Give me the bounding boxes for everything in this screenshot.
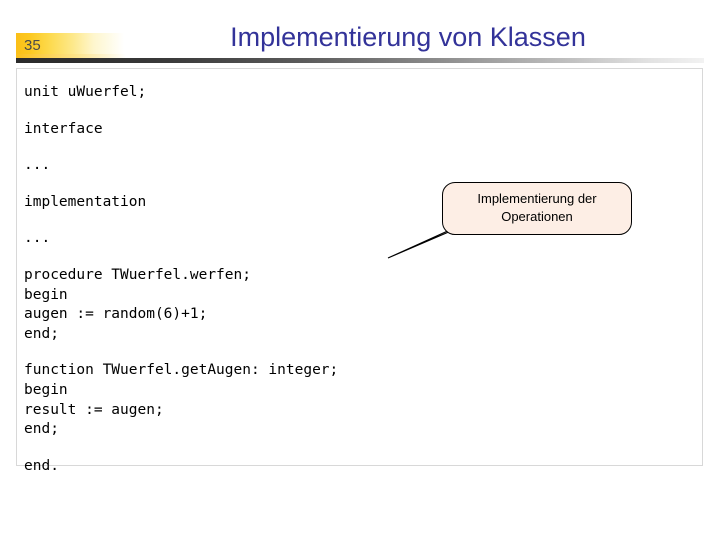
page-number-label: 35 (24, 37, 41, 54)
code-block: end. (24, 457, 624, 477)
code-line: ... (24, 157, 51, 174)
callout-line-1: Implementierung der (477, 191, 597, 206)
code-block: ... (24, 156, 624, 176)
code-block: function TWuerfel.getAugen: integer; begi… (24, 361, 624, 439)
code-line: end; (24, 325, 59, 342)
code-line: interface (24, 120, 103, 137)
header-divider (16, 58, 704, 63)
code-block: interface (24, 120, 624, 140)
code-listing: unit uWuerfel; interface... implementation… (24, 83, 624, 476)
code-line: unit uWuerfel; (24, 84, 147, 100)
code-line: augen := random(6)+1; (24, 306, 208, 323)
slide-header: 35 Implementierung von Klassen (0, 0, 720, 70)
callout-annotation: Implementierung der Operationen (387, 182, 632, 259)
code-block: unit uWuerfel; (24, 83, 624, 103)
code-block: procedure TWuerfel.werfen; begin augen := … (24, 266, 624, 344)
page-title: Implementierung von Klassen (230, 22, 586, 52)
code-line: begin (24, 381, 68, 398)
code-line: end; (24, 421, 59, 438)
code-line: begin (24, 286, 68, 303)
callout-line-2: Operationen (501, 209, 573, 224)
code-line: result := augen; (24, 401, 164, 418)
code-line: procedure TWuerfel.werfen; (24, 266, 251, 283)
code-line: function TWuerfel.getAugen: integer; (24, 362, 339, 379)
code-line: end. (24, 457, 59, 474)
callout-text: Implementierung der Operationen (442, 190, 632, 226)
